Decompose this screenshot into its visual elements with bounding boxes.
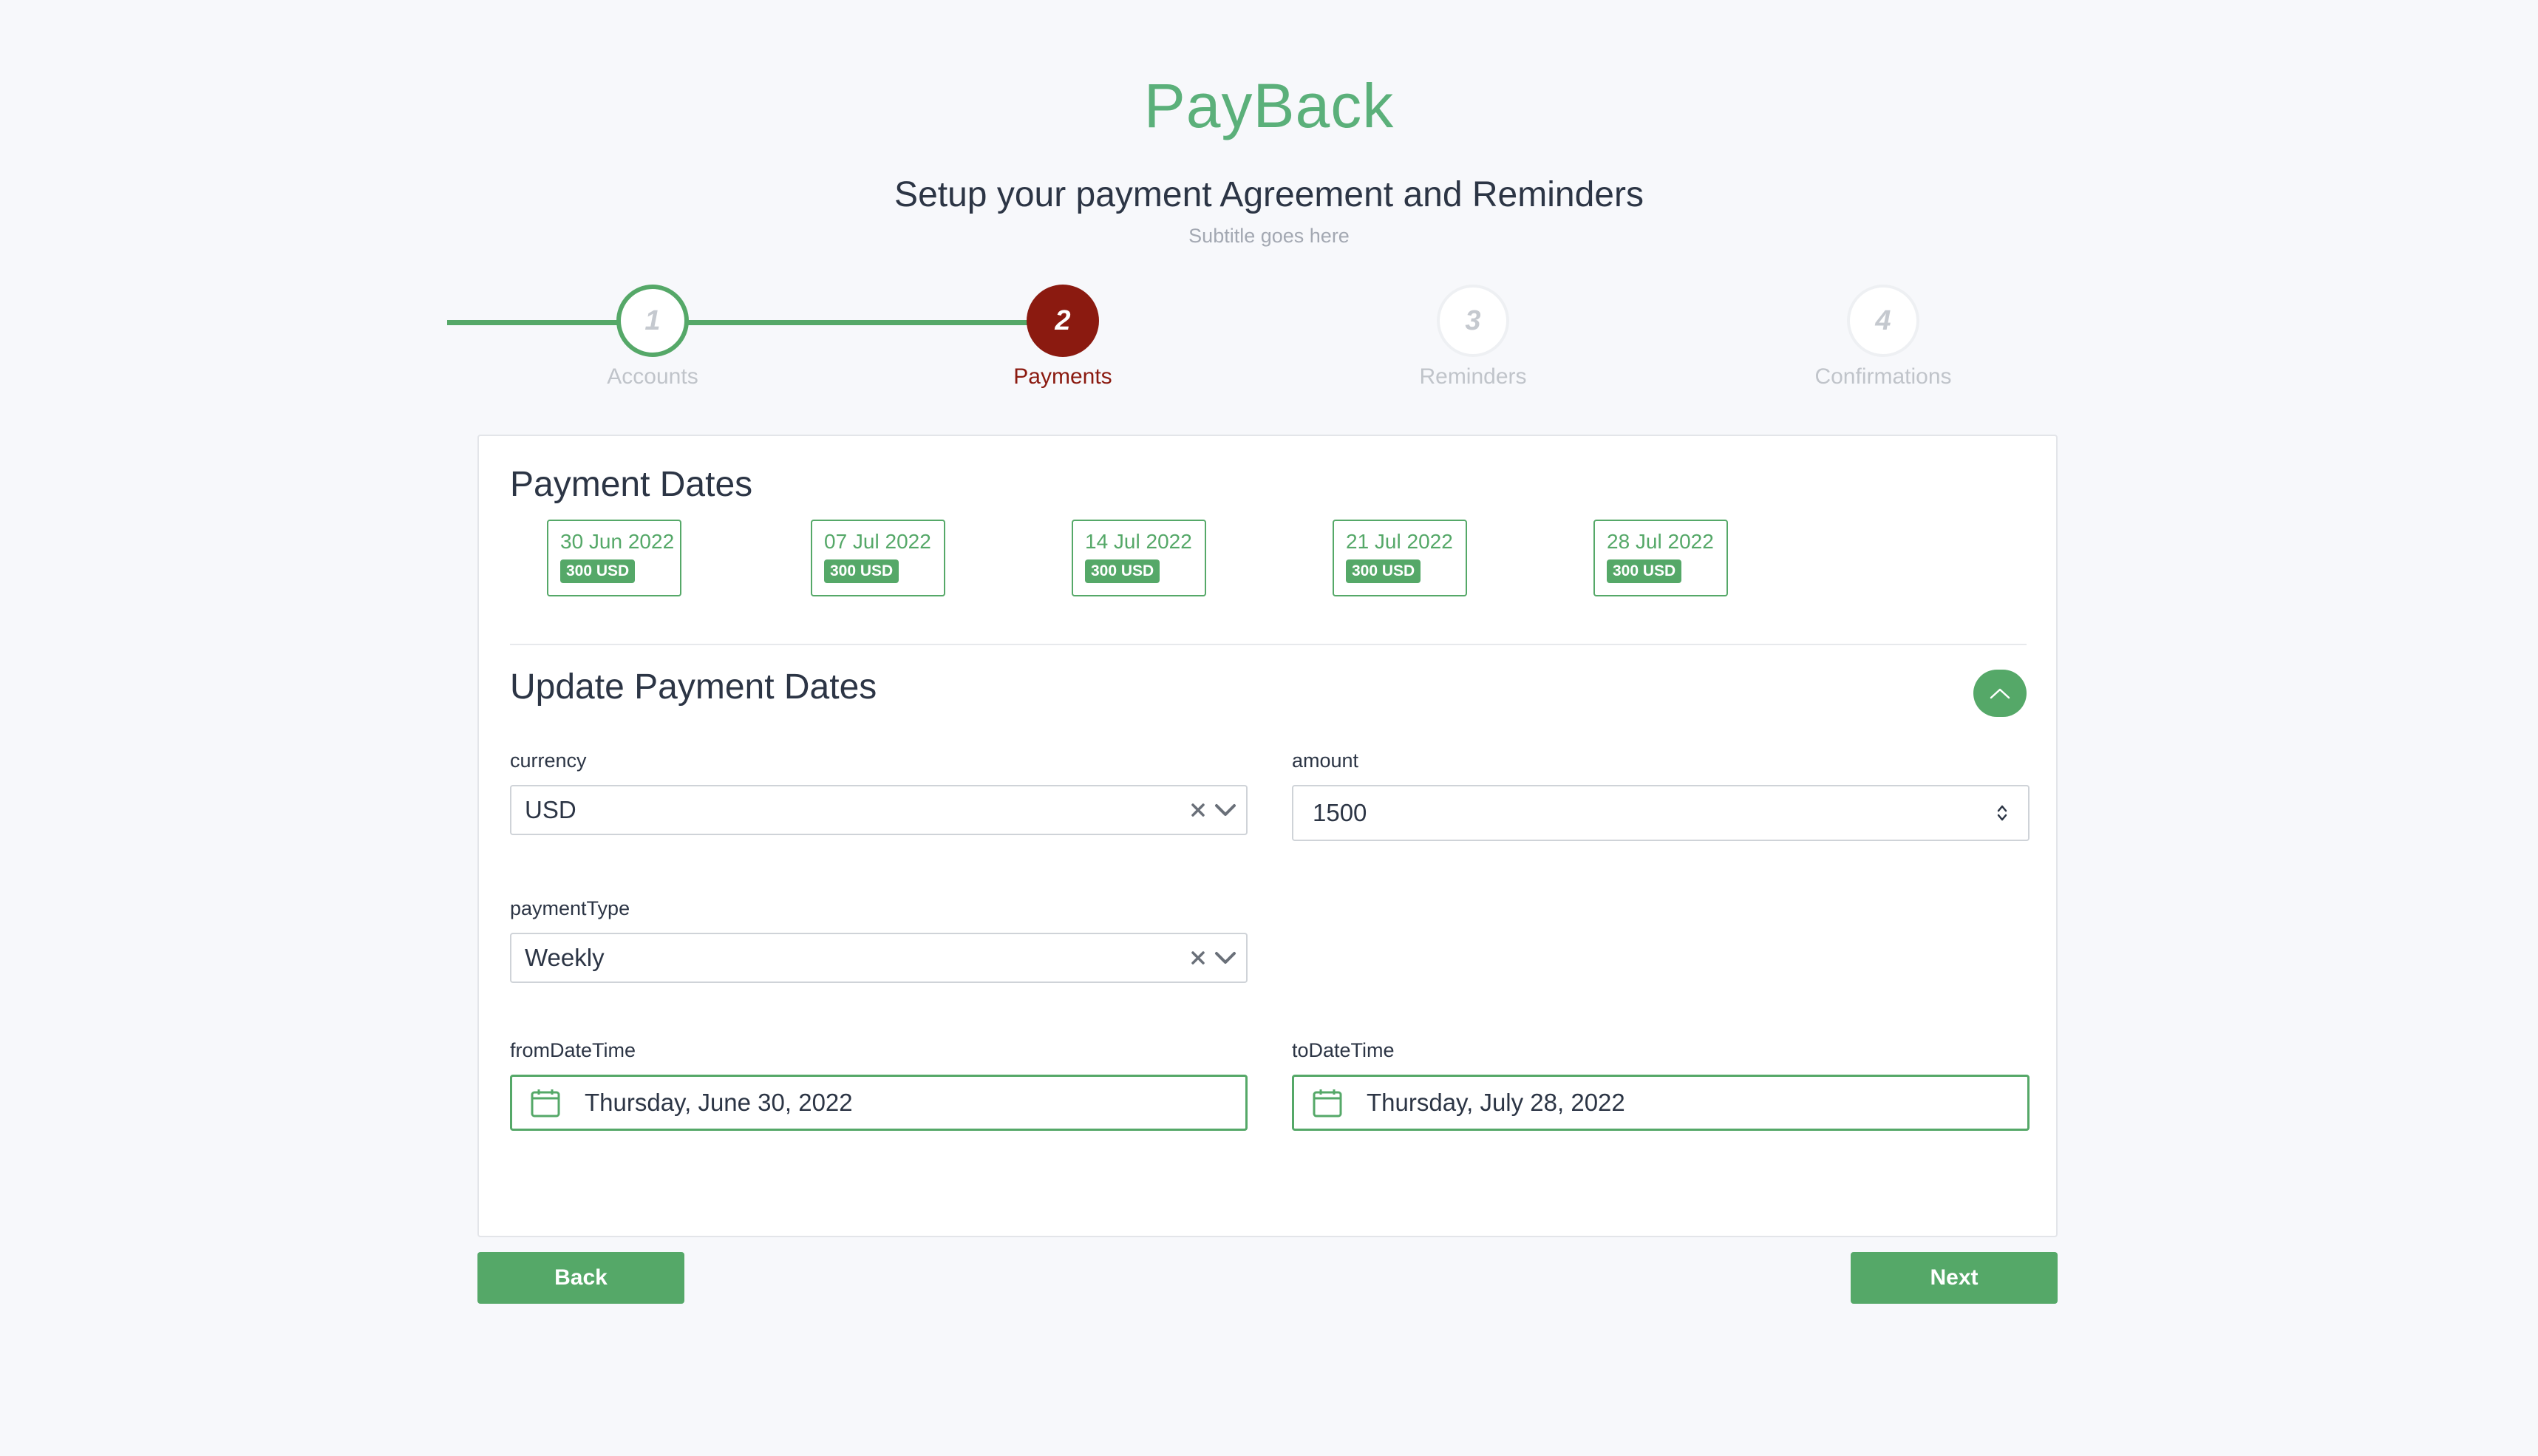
page-subtitle: Subtitle goes here <box>1188 225 1350 247</box>
to-date-input[interactable]: Thursday, July 28, 2022 <box>1292 1075 2030 1131</box>
chevron-down-icon[interactable] <box>1214 802 1237 818</box>
payment-date: 14 Jul 2022 <box>1085 530 1192 553</box>
step-1-circle: 1 <box>616 285 689 357</box>
step-3-circle: 3 <box>1437 285 1509 357</box>
clear-x-icon[interactable] <box>1190 802 1206 818</box>
payment-type-value: Weekly <box>525 944 605 971</box>
collapse-section-button[interactable] <box>1973 670 2027 717</box>
payment-date-chip[interactable]: 14 Jul 2022 300 USD <box>1072 520 1206 596</box>
calendar-icon[interactable] <box>1312 1087 1343 1118</box>
payment-date: 28 Jul 2022 <box>1607 530 1714 553</box>
step-3-label: Reminders <box>1419 364 1527 389</box>
page-title: Setup your payment Agreement and Reminde… <box>894 175 1644 214</box>
payment-date: 21 Jul 2022 <box>1346 530 1453 553</box>
payment-amount-badge: 300 USD <box>1607 559 1682 583</box>
payment-date-chip[interactable]: 21 Jul 2022 300 USD <box>1333 520 1467 596</box>
calendar-icon[interactable] <box>530 1087 561 1118</box>
amount-value: 1500 <box>1313 799 1367 826</box>
chevron-up-icon <box>1990 688 2010 699</box>
payment-date: 30 Jun 2022 <box>560 530 675 553</box>
payment-amount-badge: 300 USD <box>1346 559 1421 583</box>
update-payment-dates-title: Update Payment Dates <box>510 667 877 707</box>
from-date-value: Thursday, June 30, 2022 <box>585 1089 853 1116</box>
amount-label: amount <box>1292 749 1359 772</box>
payment-amount-badge: 300 USD <box>560 559 636 583</box>
step-4-label: Confirmations <box>1814 364 1952 389</box>
step-2-label: Payments <box>1013 364 1112 389</box>
currency-select[interactable]: USD <box>510 785 1248 835</box>
from-date-input[interactable]: Thursday, June 30, 2022 <box>510 1075 1248 1131</box>
step-2-circle: 2 <box>1027 285 1099 357</box>
step-confirmations[interactable]: 4 Confirmations <box>1780 285 1987 389</box>
progress-stepper: 1 Accounts 2 Payments 3 Reminders 4 Conf… <box>447 285 2088 395</box>
payment-type-label: paymentType <box>510 897 630 919</box>
back-button[interactable]: Back <box>477 1252 684 1304</box>
step-reminders[interactable]: 3 Reminders <box>1370 285 1576 389</box>
to-date-label: toDateTime <box>1292 1039 1395 1061</box>
currency-value: USD <box>525 796 576 823</box>
app-brand: PayBack <box>1143 71 1395 140</box>
payment-amount-badge: 300 USD <box>1085 559 1160 583</box>
payment-date-chip[interactable]: 28 Jul 2022 300 USD <box>1593 520 1728 596</box>
to-date-value: Thursday, July 28, 2022 <box>1367 1089 1625 1116</box>
step-accounts[interactable]: 1 Accounts <box>549 285 756 389</box>
payment-card: Payment Dates 30 Jun 2022 300 USD 07 Jul… <box>477 435 2058 1237</box>
step-1-label: Accounts <box>607 364 698 389</box>
step-payments[interactable]: 2 Payments <box>959 285 1166 389</box>
amount-input[interactable]: 1500 <box>1292 785 2030 841</box>
number-spinner-icon[interactable] <box>1996 800 2009 826</box>
section-divider <box>510 644 2027 645</box>
payment-amount-badge: 300 USD <box>824 559 899 583</box>
clear-x-icon[interactable] <box>1190 950 1206 966</box>
payment-date-chip[interactable]: 30 Jun 2022 300 USD <box>547 520 681 596</box>
step-4-circle: 4 <box>1847 285 1919 357</box>
next-button[interactable]: Next <box>1851 1252 2058 1304</box>
currency-label: currency <box>510 749 587 772</box>
chevron-down-icon[interactable] <box>1214 950 1237 966</box>
payment-date-chip[interactable]: 07 Jul 2022 300 USD <box>811 520 945 596</box>
payment-type-select[interactable]: Weekly <box>510 933 1248 983</box>
from-date-label: fromDateTime <box>510 1039 636 1061</box>
payment-date: 07 Jul 2022 <box>824 530 931 553</box>
payment-dates-title: Payment Dates <box>510 465 753 504</box>
